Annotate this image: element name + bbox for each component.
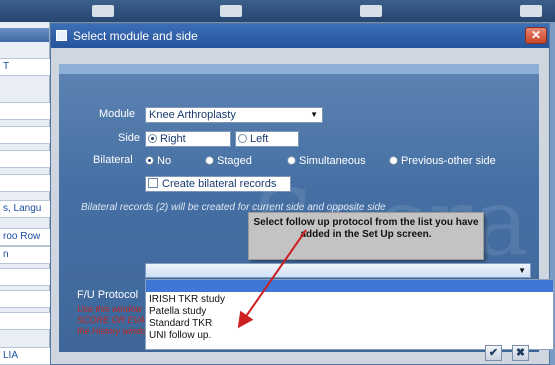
annotation-arrow: [237, 229, 307, 329]
ok-button[interactable]: ✔: [485, 345, 502, 361]
cancel-button[interactable]: ✖: [512, 345, 529, 361]
arrow-line: [237, 229, 307, 329]
